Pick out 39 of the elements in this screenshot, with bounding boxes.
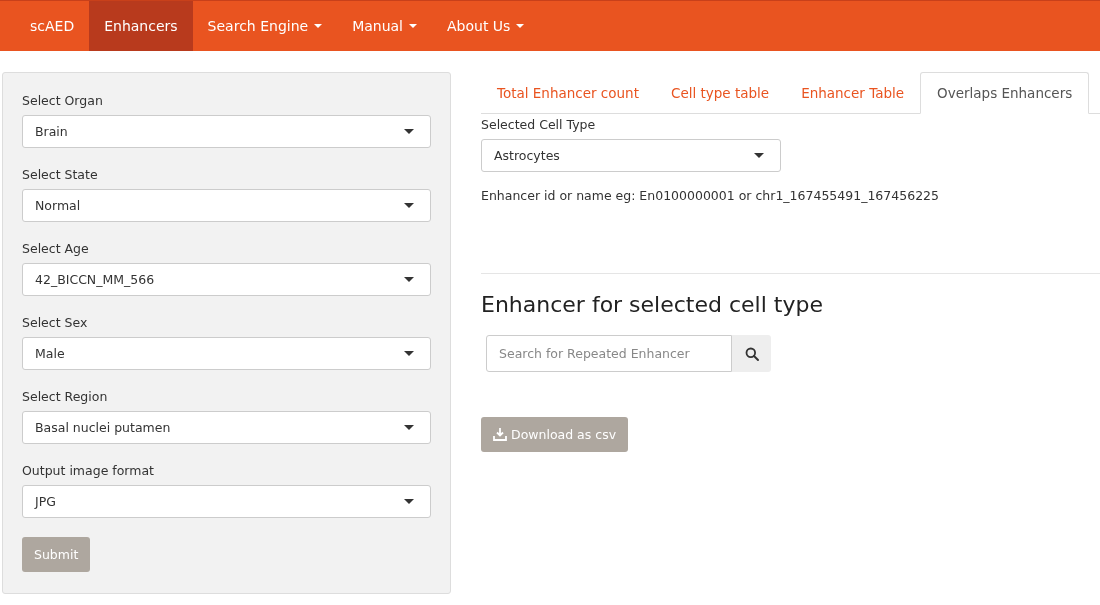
caret-icon [404, 351, 414, 356]
nav-item[interactable]: Enhancers [89, 1, 193, 51]
caret-icon [404, 499, 414, 504]
select-dropdown[interactable]: Brain [22, 115, 431, 148]
select-dropdown[interactable]: Basal nuclei putamen [22, 411, 431, 444]
select-dropdown[interactable]: Astrocytes [481, 139, 781, 172]
field-label: Select State [22, 167, 99, 182]
nav-item[interactable]: Manual [337, 1, 432, 51]
caret-icon [404, 203, 414, 208]
section-heading: Enhancer for selected cell type [481, 292, 824, 317]
download-icon [493, 428, 507, 441]
brand-link[interactable]: scAED [0, 1, 90, 51]
search-field[interactable]: Search for Repeated Enhancer [486, 335, 732, 372]
field-label: Select Sex [22, 315, 89, 330]
select-dropdown[interactable]: 42_BICCN_MM_566 [22, 263, 431, 296]
field-label: Select Age [22, 241, 90, 256]
caret-icon [516, 24, 525, 28]
caret-icon [404, 129, 414, 134]
caret-icon [409, 24, 417, 28]
nav-item[interactable]: About Us [432, 1, 540, 51]
caret-icon [314, 24, 323, 28]
nav-item[interactable]: Search Engine [192, 1, 338, 51]
caret-icon [404, 277, 414, 282]
select-dropdown[interactable]: JPG [22, 485, 431, 518]
select-dropdown[interactable]: Normal [22, 189, 431, 222]
select-dropdown[interactable]: Male [22, 337, 431, 370]
caret-icon [404, 425, 414, 430]
field-label: Select Region [22, 389, 109, 404]
field-label: Output image format [22, 463, 155, 478]
tab[interactable]: Overlaps Enhancers [920, 72, 1090, 114]
field-label: Selected Cell Type [481, 117, 597, 132]
field-label: Select Organ [22, 93, 104, 108]
tab[interactable]: Total Enhancer count [481, 72, 655, 114]
search-icon [744, 346, 759, 361]
tab[interactable]: Cell type table [654, 72, 786, 114]
tab[interactable]: Enhancer Table [785, 72, 921, 114]
hint-text: Enhancer id or name eg: En0100000001 or chr1_167455491_167456225 [481, 188, 940, 203]
caret-icon [754, 153, 764, 158]
search-button[interactable] [732, 335, 771, 372]
